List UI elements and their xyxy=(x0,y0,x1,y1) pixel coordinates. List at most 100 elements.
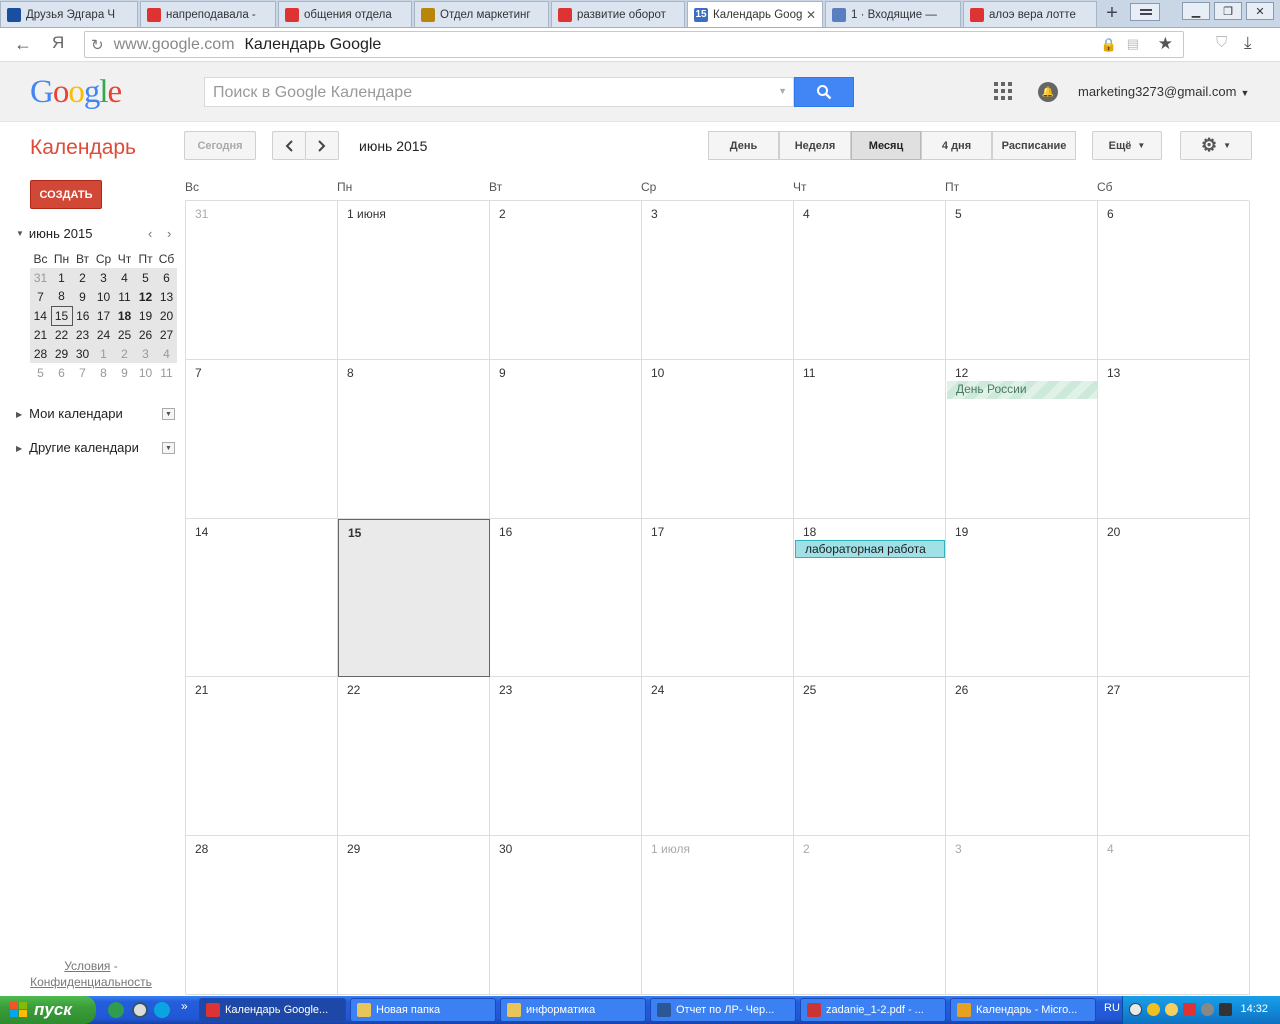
search-button[interactable] xyxy=(794,77,854,107)
day-number[interactable]: 22 xyxy=(347,683,360,697)
mini-day[interactable]: 6 xyxy=(51,363,72,382)
other-calendars-menu-button[interactable]: ▼ xyxy=(162,442,175,454)
quicklaunch-overflow-icon[interactable]: » xyxy=(181,999,188,1013)
reader-icon[interactable]: ▤ xyxy=(1127,36,1139,52)
day-number[interactable]: 18 xyxy=(803,525,816,539)
minimize-button[interactable]: ▁ xyxy=(1182,2,1210,20)
browser-tab[interactable]: развитие оборот xyxy=(551,1,685,27)
view-button[interactable]: 4 дня xyxy=(921,131,992,160)
day-number[interactable]: 8 xyxy=(347,366,354,380)
create-button[interactable]: СОЗДАТЬ xyxy=(30,180,102,209)
mini-day[interactable]: 6 xyxy=(156,268,177,287)
today-button[interactable]: Сегодня xyxy=(184,131,256,160)
protect-icon[interactable]: ⛉ xyxy=(1216,34,1227,51)
mini-day[interactable]: 30 xyxy=(72,344,93,363)
lock-icon[interactable]: 🔒 xyxy=(1101,37,1117,53)
mini-day[interactable]: 31 xyxy=(30,268,51,287)
day-number[interactable]: 25 xyxy=(803,683,816,697)
mini-next-icon[interactable]: › xyxy=(167,226,171,241)
day-cell[interactable]: 22 xyxy=(338,677,490,836)
taskbar-button[interactable]: Календарь - Micro... xyxy=(950,998,1096,1022)
day-number[interactable]: 14 xyxy=(195,525,208,539)
close-tab-icon[interactable]: ✕ xyxy=(806,8,816,22)
mini-day[interactable]: 15 xyxy=(50,305,73,326)
mini-day[interactable]: 10 xyxy=(135,363,156,382)
taskbar-button[interactable]: Отчет по ЛР- Чер... xyxy=(650,998,796,1022)
day-cell[interactable]: 4 xyxy=(794,201,946,360)
my-calendars-section[interactable]: ▶ Мои календари xyxy=(16,406,123,421)
mini-day[interactable]: 29 xyxy=(51,344,72,363)
day-cell[interactable]: 2 xyxy=(794,836,946,995)
day-cell[interactable]: 29 xyxy=(338,836,490,995)
taskbar-button[interactable]: zadanie_1-2.pdf - ... xyxy=(800,998,946,1022)
day-number[interactable]: 5 xyxy=(955,207,962,221)
day-cell[interactable]: 17 xyxy=(642,519,794,677)
mini-day[interactable]: 1 xyxy=(51,268,72,287)
day-cell[interactable]: 20 xyxy=(1098,519,1250,677)
mini-day[interactable]: 22 xyxy=(51,325,72,344)
google-logo[interactable]: Google xyxy=(30,74,122,111)
day-number[interactable]: 3 xyxy=(651,207,658,221)
day-cell[interactable]: 19 xyxy=(946,519,1098,677)
day-cell[interactable]: 7 xyxy=(186,360,338,519)
view-button[interactable]: Неделя xyxy=(779,131,851,160)
mini-day[interactable]: 2 xyxy=(114,344,135,363)
day-cell[interactable]: 2 xyxy=(490,201,642,360)
back-arrow-icon[interactable]: ← xyxy=(14,34,32,55)
mini-day[interactable]: 17 xyxy=(93,306,114,325)
view-button[interactable]: Месяц xyxy=(851,131,921,160)
day-cell[interactable]: 1 июля xyxy=(642,836,794,995)
utorrent-icon[interactable] xyxy=(108,1002,124,1018)
taskbar-button[interactable]: информатика xyxy=(500,998,646,1022)
mini-day[interactable]: 3 xyxy=(135,344,156,363)
mini-day[interactable]: 8 xyxy=(51,287,72,306)
day-cell[interactable]: 13 xyxy=(1098,360,1250,519)
settings-button[interactable]: ⚙ ▼ xyxy=(1180,131,1252,160)
mini-day[interactable]: 18 xyxy=(114,306,135,325)
mini-day[interactable]: 4 xyxy=(156,344,177,363)
day-number[interactable]: 23 xyxy=(499,683,512,697)
mini-day[interactable]: 9 xyxy=(114,363,135,382)
mini-day[interactable]: 28 xyxy=(30,344,51,363)
start-button[interactable]: пуск xyxy=(0,996,96,1024)
browser-tab[interactable]: напреподавала - xyxy=(140,1,276,27)
teamviewer-icon[interactable] xyxy=(154,1002,170,1018)
day-number[interactable]: 4 xyxy=(1107,842,1114,856)
yandex-button[interactable]: Я xyxy=(52,33,64,53)
privacy-link[interactable]: Конфиденциальность xyxy=(30,975,152,989)
url-field[interactable]: ↻ www.google.com Календарь Google 🔒 ▤ ★ xyxy=(84,31,1184,58)
reload-icon[interactable]: ↻ xyxy=(91,36,104,54)
day-cell[interactable]: 26 xyxy=(946,677,1098,836)
account-menu[interactable]: marketing3273@gmail.com ▼ xyxy=(1078,84,1249,99)
day-number[interactable]: 2 xyxy=(499,207,506,221)
more-button[interactable]: Ещё ▼ xyxy=(1092,131,1162,160)
view-button[interactable]: День xyxy=(708,131,779,160)
day-number[interactable]: 3 xyxy=(955,842,962,856)
day-cell[interactable]: 6 xyxy=(1098,201,1250,360)
bookmark-star-icon[interactable]: ★ xyxy=(1158,34,1173,54)
event-chip[interactable]: День России xyxy=(947,381,1097,399)
day-cell[interactable]: 14 xyxy=(186,519,338,677)
day-cell[interactable]: 27 xyxy=(1098,677,1250,836)
day-cell[interactable]: 25 xyxy=(794,677,946,836)
mini-day[interactable]: 12 xyxy=(135,287,156,306)
mini-day[interactable]: 7 xyxy=(72,363,93,382)
day-number[interactable]: 6 xyxy=(1107,207,1114,221)
mini-day[interactable]: 23 xyxy=(72,325,93,344)
browser-menu-button[interactable] xyxy=(1130,3,1160,21)
mini-day[interactable]: 4 xyxy=(114,268,135,287)
mini-day[interactable]: 20 xyxy=(156,306,177,325)
media-player-icon[interactable] xyxy=(132,1002,148,1018)
search-options-icon[interactable]: ▼ xyxy=(778,86,787,96)
tray-arrow-icon[interactable] xyxy=(1129,1003,1142,1016)
day-cell[interactable]: 8 xyxy=(338,360,490,519)
browser-tab[interactable]: общения отдела xyxy=(278,1,412,27)
view-button[interactable]: Расписание xyxy=(992,131,1076,160)
mini-day[interactable]: 11 xyxy=(114,287,135,306)
tray-mail-icon[interactable] xyxy=(1165,1003,1178,1016)
mini-day[interactable]: 9 xyxy=(72,287,93,306)
mini-day[interactable]: 5 xyxy=(30,363,51,382)
mini-day[interactable]: 26 xyxy=(135,325,156,344)
mini-day[interactable]: 25 xyxy=(114,325,135,344)
day-number[interactable]: 26 xyxy=(955,683,968,697)
